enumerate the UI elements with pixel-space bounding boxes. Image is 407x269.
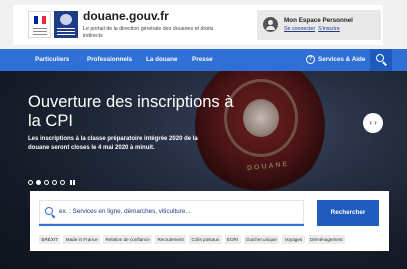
- tag-brexit[interactable]: BREXIT: [39, 235, 61, 244]
- french-flag-icon: [34, 16, 46, 24]
- dgddi-logo[interactable]: [54, 11, 78, 38]
- search-submit-button[interactable]: Rechercher: [317, 200, 379, 226]
- main-nav: Particuliers Professionnels La douane Pr…: [0, 49, 407, 71]
- services-aide-button[interactable]: ? Services & Aide: [306, 55, 366, 66]
- carousel-dot-active[interactable]: [36, 180, 41, 185]
- header: douane.gouv.fr Le portail de la directio…: [13, 5, 383, 45]
- quick-tags: BREXIT Made in France Relation de confia…: [39, 235, 346, 244]
- tag-voyages[interactable]: Voyages: [282, 235, 305, 244]
- account-title: Mon Espace Personnel: [284, 17, 353, 24]
- hero-title[interactable]: Ouverture des inscriptions à la CPI: [28, 93, 248, 131]
- tag-eori[interactable]: EORI: [224, 235, 241, 244]
- tag-demenagement[interactable]: Déménagement: [307, 235, 346, 244]
- user-icon: [263, 17, 278, 32]
- tag-recrutement[interactable]: Recrutement: [155, 235, 187, 244]
- nav-search-button[interactable]: [370, 49, 392, 71]
- nav-item-presse[interactable]: Presse: [192, 56, 213, 63]
- search-panel: ex. : Services en ligne, démarches, viti…: [30, 191, 389, 251]
- carousel-arrows-button[interactable]: ‹ ›: [363, 113, 383, 133]
- tag-colis-postaux[interactable]: Colis postaux: [189, 235, 222, 244]
- search-placeholder: ex. : Services en ligne, démarches, viti…: [59, 208, 191, 215]
- tag-guichet-unique[interactable]: Guichet unique: [243, 235, 280, 244]
- nav-item-particuliers[interactable]: Particuliers: [35, 56, 69, 63]
- republique-francaise-logo[interactable]: [28, 11, 51, 38]
- carousel-dot[interactable]: [52, 180, 57, 185]
- services-aide-label: Services & Aide: [318, 56, 366, 63]
- account-box: Mon Espace Personnel Se connecter S'insc…: [257, 10, 381, 40]
- register-link[interactable]: S'inscrire: [318, 26, 340, 32]
- pause-icon[interactable]: [70, 180, 75, 185]
- carousel-dot[interactable]: [60, 180, 65, 185]
- carousel-dot[interactable]: [44, 180, 49, 185]
- nav-item-la-douane[interactable]: La douane: [146, 56, 178, 63]
- site-title[interactable]: douane.gouv.fr: [83, 9, 169, 23]
- site-subtitle: Le portail de la direction générale des …: [83, 26, 214, 39]
- page: douane.gouv.fr Le portail de la directio…: [0, 0, 407, 269]
- hero-text: Les inscriptions à la classe préparatoir…: [28, 136, 198, 151]
- nav-item-professionnels[interactable]: Professionnels: [87, 56, 132, 63]
- carousel-dot[interactable]: [28, 180, 33, 185]
- search-input[interactable]: ex. : Services en ligne, démarches, viti…: [39, 200, 304, 226]
- tag-made-in-france[interactable]: Made in France: [63, 235, 101, 244]
- login-link[interactable]: Se connecter: [284, 26, 315, 32]
- carousel-dots: [28, 180, 75, 185]
- help-icon: ?: [306, 55, 315, 64]
- tag-relation-de-confiance[interactable]: Relation de confiance: [103, 235, 153, 244]
